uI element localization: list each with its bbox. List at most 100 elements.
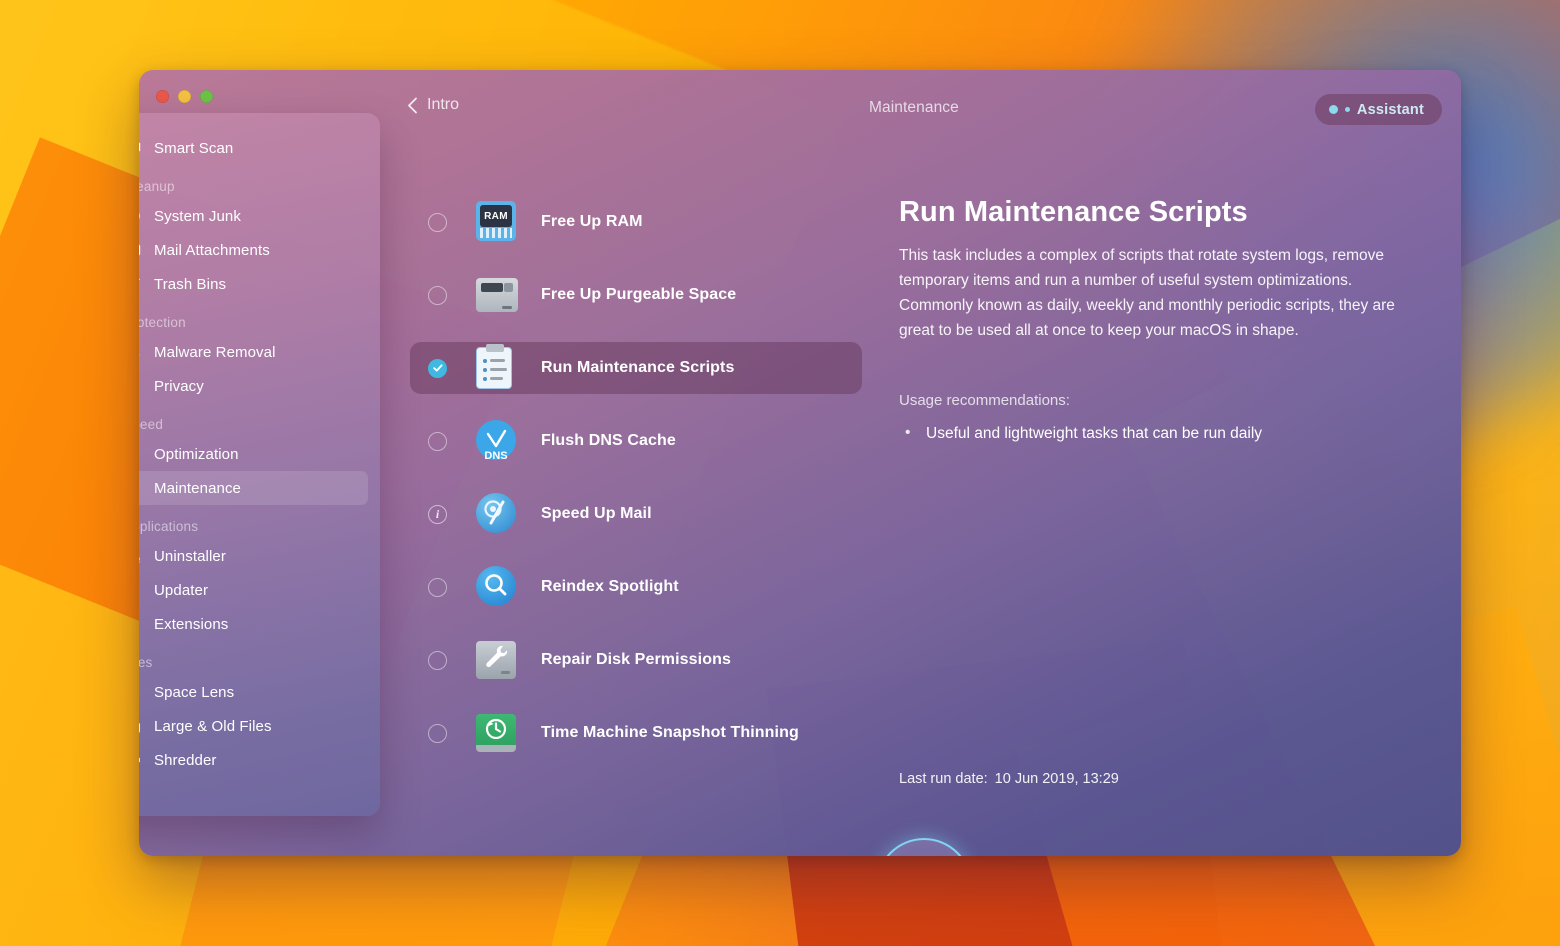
run-area: Run 1 task xyxy=(876,838,1042,856)
hand-icon xyxy=(139,376,142,397)
assistant-button[interactable]: Assistant xyxy=(1314,94,1442,125)
assistant-dot-large-icon xyxy=(1328,105,1338,114)
system-junk-icon xyxy=(139,206,142,227)
sidebar-group-speed: Speed xyxy=(139,417,164,432)
spotlight-icon xyxy=(476,566,518,608)
sidebar-group-protection: Protection xyxy=(139,315,186,330)
sidebar-item-shredder[interactable]: Shredder xyxy=(139,743,368,777)
sidebar-item-label: Updater xyxy=(154,581,209,599)
sidebar-item-label: Shredder xyxy=(154,751,217,769)
ram-icon: RAM xyxy=(476,201,518,243)
sidebar: Smart Scan Cleanup System Junk Mail Attachm… xyxy=(139,113,380,816)
sidebar-item-malware-removal[interactable]: Malware Removal xyxy=(139,335,368,369)
task-checkbox[interactable] xyxy=(428,650,447,670)
detail-pane: Run Maintenance Scripts This task includ… xyxy=(899,196,1425,445)
close-button[interactable] xyxy=(156,90,169,103)
window-traffic-lights xyxy=(156,90,213,103)
shredder-icon xyxy=(139,750,142,771)
usage-recommendations-label: Usage recommendations: xyxy=(899,392,1070,409)
sidebar-item-uninstaller[interactable]: Uninstaller xyxy=(139,539,368,573)
sliders-icon xyxy=(139,444,142,465)
task-row[interactable]: Run Maintenance Scripts xyxy=(410,342,862,394)
desktop-wallpaper: Intro Maintenance Assistant Smart Scan Cl… xyxy=(0,0,1560,946)
detail-title: Run Maintenance Scripts xyxy=(899,196,1248,228)
task-info-icon[interactable]: i xyxy=(428,504,447,524)
task-row[interactable]: Reindex Spotlight xyxy=(410,561,862,613)
task-row[interactable]: RAM Free Up RAM xyxy=(410,196,862,248)
last-run-label: Last run date: xyxy=(899,771,988,787)
chevron-left-icon xyxy=(408,97,417,113)
updater-icon xyxy=(139,580,142,601)
task-label: Run Maintenance Scripts xyxy=(541,359,735,376)
sidebar-item-updater[interactable]: Updater xyxy=(139,573,368,607)
task-checkbox[interactable] xyxy=(428,723,447,743)
zoom-button[interactable] xyxy=(200,90,213,103)
repair-disk-icon xyxy=(476,639,518,681)
mail-app-icon xyxy=(476,493,518,535)
sidebar-group-files: Files xyxy=(139,655,153,670)
assistant-dot-small-icon xyxy=(1344,107,1350,112)
extensions-icon xyxy=(139,614,142,635)
sidebar-group-cleanup: Cleanup xyxy=(139,179,175,194)
sidebar-item-label: Space Lens xyxy=(154,683,235,701)
mail-icon xyxy=(139,240,142,261)
task-label: Free Up Purgeable Space xyxy=(541,286,737,303)
back-button-label: Intro xyxy=(427,96,460,113)
run-button[interactable]: Run xyxy=(876,838,972,856)
sidebar-item-label: Optimization xyxy=(154,445,239,463)
sidebar-item-trash-bins[interactable]: Trash Bins xyxy=(139,267,368,301)
sidebar-item-optimization[interactable]: Optimization xyxy=(139,437,368,471)
sidebar-item-label: Trash Bins xyxy=(154,275,227,293)
sidebar-item-smart-scan[interactable]: Smart Scan xyxy=(139,131,368,165)
sidebar-item-mail-attachments[interactable]: Mail Attachments xyxy=(139,233,368,267)
uninstaller-icon xyxy=(139,546,142,567)
task-checkbox[interactable] xyxy=(428,212,447,232)
task-label: Reindex Spotlight xyxy=(541,578,679,595)
task-label: Flush DNS Cache xyxy=(541,432,676,449)
biohazard-icon xyxy=(139,342,142,363)
dns-icon: DNS xyxy=(476,420,518,462)
sidebar-item-label: Malware Removal xyxy=(154,343,276,361)
sidebar-item-privacy[interactable]: Privacy xyxy=(139,369,368,403)
sidebar-item-label: Mail Attachments xyxy=(154,241,270,259)
task-checkbox[interactable] xyxy=(428,577,447,597)
sidebar-item-system-junk[interactable]: System Junk xyxy=(139,199,368,233)
task-checkbox[interactable] xyxy=(428,285,447,305)
task-row[interactable]: Repair Disk Permissions xyxy=(410,634,862,686)
sidebar-item-maintenance[interactable]: Maintenance xyxy=(139,471,368,505)
sidebar-item-label: Large & Old Files xyxy=(154,717,272,735)
task-label: Free Up RAM xyxy=(541,213,643,230)
space-lens-icon xyxy=(139,682,142,703)
task-label: Repair Disk Permissions xyxy=(541,651,731,668)
sidebar-item-large-old-files[interactable]: Large & Old Files xyxy=(139,709,368,743)
clipboard-icon xyxy=(476,344,518,389)
sidebar-item-label: Uninstaller xyxy=(154,547,226,565)
task-checkbox-checked[interactable] xyxy=(428,358,447,378)
back-to-intro-button[interactable]: Intro xyxy=(407,96,459,114)
usage-recommendations-list: Useful and lightweight tasks that can be… xyxy=(899,422,1425,445)
sidebar-item-extensions[interactable]: Extensions xyxy=(139,607,368,641)
sidebar-group-applications: Applications xyxy=(139,519,199,534)
task-label: Time Machine Snapshot Thinning xyxy=(541,724,799,741)
smart-scan-icon xyxy=(139,138,142,159)
task-row[interactable]: DNS Flush DNS Cache xyxy=(410,415,862,467)
detail-description: This task includes a complex of scripts … xyxy=(899,247,1395,339)
sidebar-item-label: Extensions xyxy=(154,615,229,633)
sidebar-item-space-lens[interactable]: Space Lens xyxy=(139,675,368,709)
sidebar-item-label: System Junk xyxy=(154,207,241,225)
assistant-label: Assistant xyxy=(1356,101,1424,118)
sidebar-item-label: Maintenance xyxy=(154,479,241,497)
folder-icon xyxy=(139,716,142,737)
task-row[interactable]: Time Machine Snapshot Thinning xyxy=(410,707,862,759)
task-list: RAM Free Up RAM Free Up Purgeable Space Run… xyxy=(410,196,862,780)
app-window: Intro Maintenance Assistant Smart Scan Cl… xyxy=(139,70,1461,856)
last-run-value: 10 Jun 2019, 13:29 xyxy=(994,771,1119,787)
task-row[interactable]: Free Up Purgeable Space xyxy=(410,269,862,321)
task-checkbox[interactable] xyxy=(428,431,447,451)
minimize-button[interactable] xyxy=(178,90,191,103)
time-machine-icon xyxy=(476,712,518,754)
task-row[interactable]: i Speed Up Mail xyxy=(410,488,862,540)
usage-recommendation-item: Useful and lightweight tasks that can be… xyxy=(899,422,1425,445)
task-label: Speed Up Mail xyxy=(541,505,652,522)
wrench-icon xyxy=(139,478,142,499)
